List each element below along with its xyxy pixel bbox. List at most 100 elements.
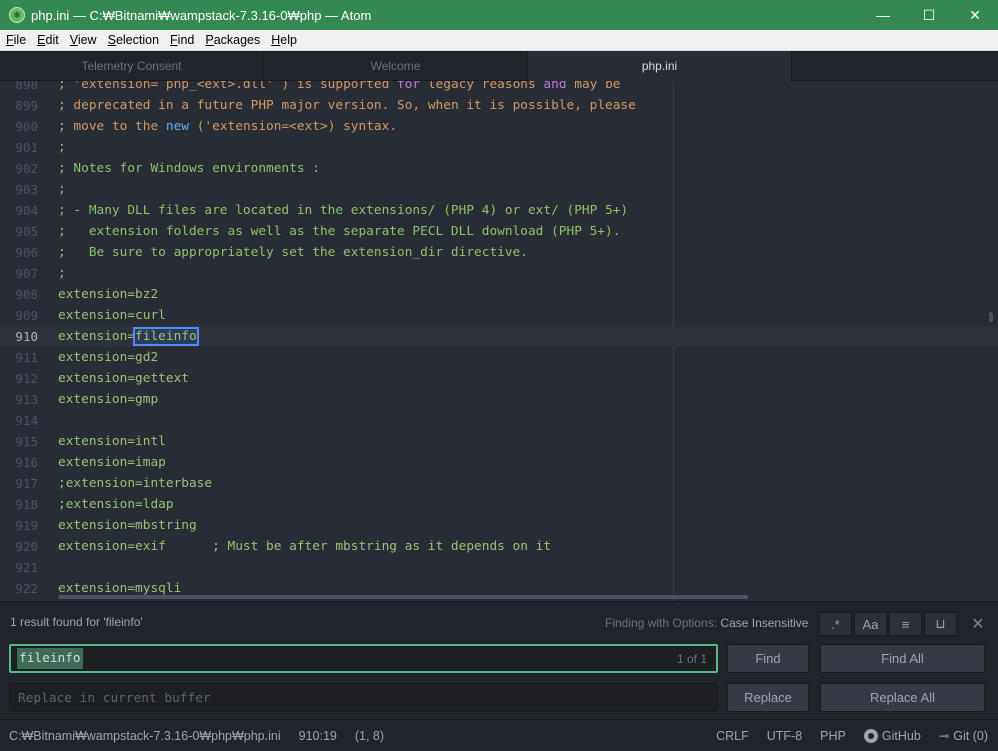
code-line[interactable]: ; Notes for Windows environments : (58, 158, 320, 179)
code-token: move to the (65, 119, 166, 134)
code-line[interactable]: ; 'extension= php_<ext>.dll' ) is suppor… (58, 81, 620, 95)
line-number[interactable]: 903 (0, 179, 38, 200)
code-line[interactable]: extension=mbstring (58, 515, 197, 536)
code-line[interactable]: extension=gd2 (58, 347, 158, 368)
code-line[interactable]: ; (58, 263, 66, 284)
find-result-count: 1 of 1 (676, 652, 707, 666)
tab-welcome[interactable]: Welcome (264, 51, 528, 81)
code-line[interactable]: extension=fileinfo (58, 326, 199, 347)
find-input[interactable]: fileinfo 1 of 1 (9, 644, 718, 673)
menu-help[interactable]: Help (265, 33, 302, 47)
line-number[interactable]: 922 (0, 578, 38, 599)
menu-edit[interactable]: Edit (31, 33, 64, 47)
code-line[interactable]: ;extension=interbase (58, 473, 212, 494)
tab-php-ini[interactable]: php.ini (528, 51, 792, 81)
code-line[interactable]: extension=exif ; Must be after mbstring … (58, 536, 551, 557)
code-token: ('extension=<ext>) syntax. (189, 119, 398, 134)
line-number[interactable]: 916 (0, 452, 38, 473)
status-cursor-position[interactable]: 910:19 (299, 729, 337, 743)
line-number[interactable]: 912 (0, 368, 38, 389)
in-selection-toggle-button[interactable]: ≡ (889, 612, 922, 636)
replace-all-button[interactable]: Replace All (820, 683, 985, 712)
search-match-highlight: fileinfo (133, 327, 199, 346)
find-panel: 1 result found for 'fileinfo' Finding wi… (0, 601, 998, 719)
code-token: extension=gmp (58, 392, 159, 407)
line-number[interactable]: 901 (0, 137, 38, 158)
code-line[interactable]: ; - Many DLL files are located in the ex… (58, 200, 628, 221)
replace-input[interactable]: Replace in current buffer (9, 683, 718, 712)
status-grammar[interactable]: PHP (820, 729, 846, 743)
menu-view[interactable]: View (64, 33, 102, 47)
code-token: extension=intl (58, 434, 166, 449)
window-title: php.ini — C:₩Bitnami₩wampstack-7.3.16-0₩… (31, 7, 372, 23)
code-line[interactable]: ; deprecated in a future PHP major versi… (58, 95, 636, 116)
case-sensitive-toggle-button[interactable]: Aa (854, 612, 887, 636)
code-token: for (397, 81, 421, 92)
vertical-scrollbar[interactable] (989, 312, 993, 322)
code-line[interactable]: extension=bz2 (58, 284, 158, 305)
line-number[interactable]: 915 (0, 431, 38, 452)
code-token: new (165, 119, 190, 134)
line-number[interactable]: 908 (0, 284, 38, 305)
text-editor[interactable]: 898 ; 'extension= php_<ext>.dll' ) is sup… (0, 81, 998, 601)
line-number[interactable]: 900 (0, 116, 38, 137)
line-number[interactable]: 907 (0, 263, 38, 284)
line-number[interactable]: 914 (0, 410, 38, 431)
close-window-button[interactable]: ✕ (952, 0, 998, 30)
code-token: ; (58, 98, 66, 113)
code-line[interactable]: extension=mysqli (58, 578, 181, 599)
menu-find[interactable]: Find (164, 33, 199, 47)
line-number[interactable]: 918 (0, 494, 38, 515)
code-token: extension=exif ; Must be after mbstring … (58, 539, 552, 554)
code-line[interactable]: extension=imap (58, 452, 166, 473)
line-number[interactable]: 904 (0, 200, 38, 221)
line-number[interactable]: 911 (0, 347, 38, 368)
line-number[interactable]: 910 (0, 326, 38, 347)
close-find-panel-button[interactable]: ✕ (969, 614, 987, 634)
line-number[interactable]: 921 (0, 557, 38, 578)
code-line[interactable]: extension=gmp (58, 389, 158, 410)
code-line[interactable]: extension=intl (58, 431, 166, 452)
replace-button[interactable]: Replace (727, 683, 809, 712)
code-line[interactable]: extension=curl (58, 305, 166, 326)
code-line[interactable]: ; move to the new ('extension=<ext>) syn… (58, 116, 397, 137)
tab-bar: Telemetry Consent Welcome php.ini (0, 51, 998, 81)
menu-file[interactable]: File (0, 33, 31, 47)
find-button[interactable]: Find (727, 644, 809, 673)
code-line[interactable]: ; (58, 179, 66, 200)
code-line[interactable]: extension=gettext (58, 368, 189, 389)
line-number[interactable]: 920 (0, 536, 38, 557)
status-github[interactable]: GitHub (863, 728, 921, 743)
line-number[interactable]: 902 (0, 158, 38, 179)
tab-telemetry-consent[interactable]: Telemetry Consent (0, 51, 264, 81)
minimize-button[interactable]: — (860, 0, 906, 30)
status-git[interactable]: ⊸ Git (0) (939, 728, 988, 744)
status-file-path[interactable]: C:₩Bitnami₩wampstack-7.3.16-0₩php₩php.in… (9, 729, 281, 743)
code-line[interactable]: ; Be sure to appropriately set the exten… (58, 242, 528, 263)
find-options-label: Finding with Options: Case Insensitive (605, 616, 808, 630)
code-token: ;extension=interbase (58, 476, 213, 491)
menu-selection[interactable]: Selection (102, 33, 164, 47)
line-number[interactable]: 909 (0, 305, 38, 326)
code-line[interactable]: ; extension folders as well as the separ… (58, 221, 620, 242)
line-number[interactable]: 905 (0, 221, 38, 242)
line-number[interactable]: 906 (0, 242, 38, 263)
code-token: ; Be sure to appropriately set the exten… (58, 245, 528, 260)
code-token: ; - Many DLL files are located in the ex… (58, 203, 629, 218)
status-encoding[interactable]: UTF-8 (767, 729, 802, 743)
code-line[interactable]: ; (58, 137, 66, 158)
code-token: ; (58, 266, 66, 281)
regex-toggle-button[interactable]: .* (819, 612, 852, 636)
line-number[interactable]: 917 (0, 473, 38, 494)
line-number[interactable]: 913 (0, 389, 38, 410)
maximize-button[interactable]: ☐ (906, 0, 952, 30)
line-number[interactable]: 919 (0, 515, 38, 536)
line-number[interactable]: 898 (0, 81, 38, 95)
status-line-ending[interactable]: CRLF (716, 729, 749, 743)
line-number[interactable]: 899 (0, 95, 38, 116)
menu-packages[interactable]: Packages (199, 33, 265, 47)
github-icon (863, 728, 878, 743)
code-line[interactable]: ;extension=ldap (58, 494, 174, 515)
find-all-button[interactable]: Find All (820, 644, 985, 673)
whole-word-toggle-button[interactable]: ⊔ (924, 612, 957, 636)
